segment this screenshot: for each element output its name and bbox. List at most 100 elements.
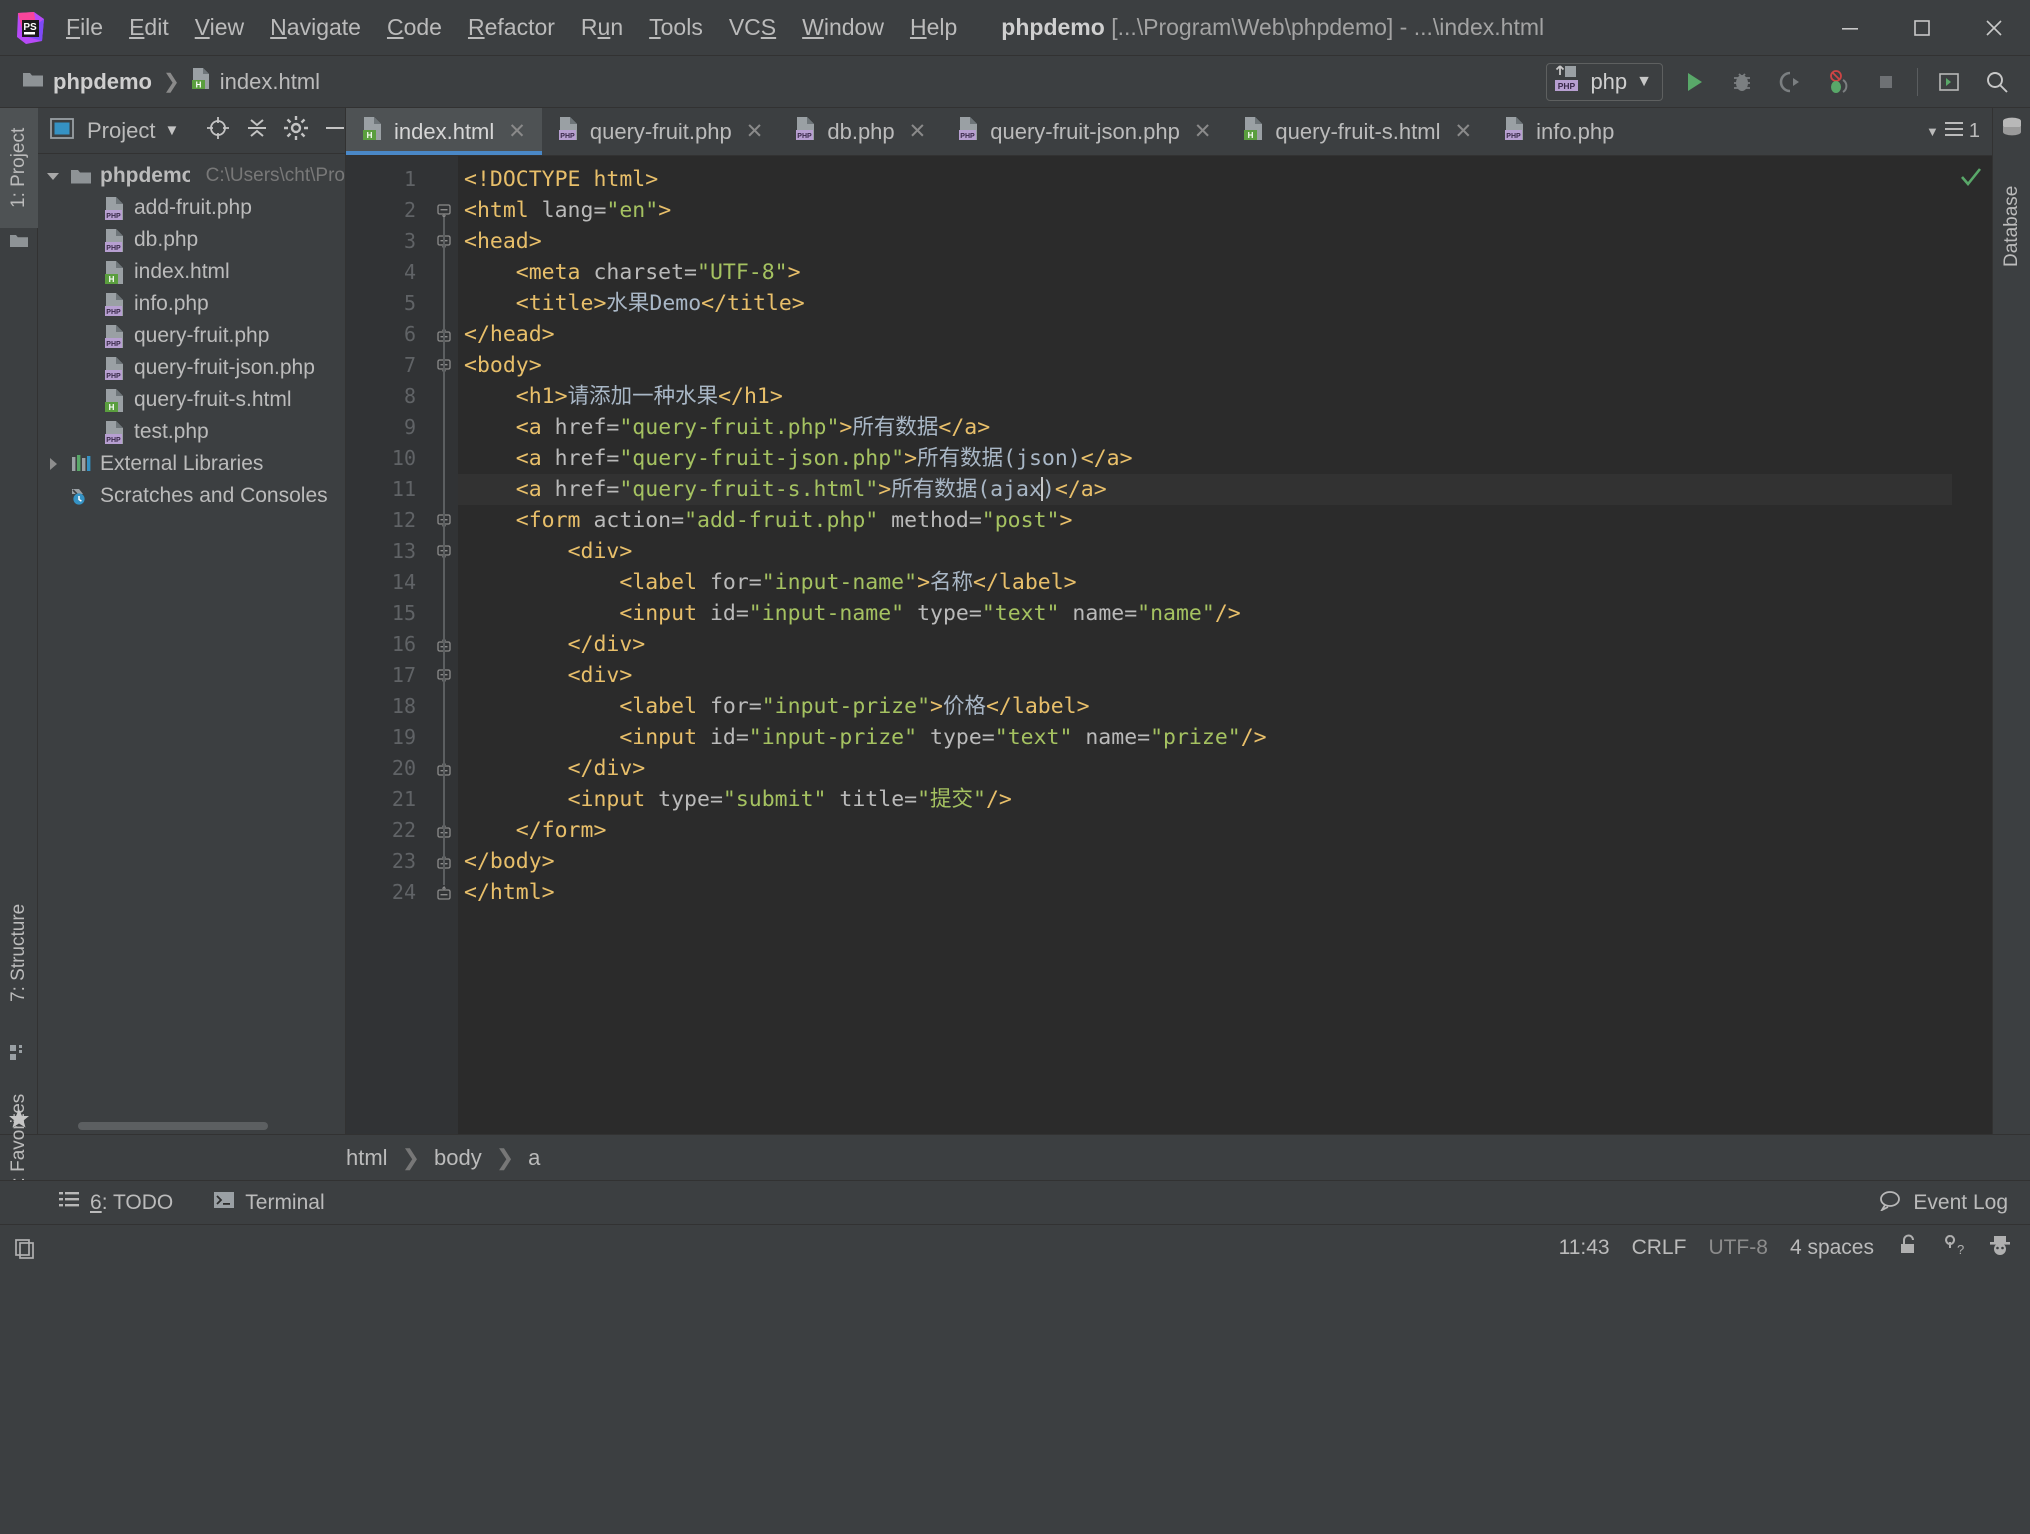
- maximize-icon[interactable]: [1886, 0, 1958, 56]
- editor-tab-bar[interactable]: Hindex.html ✕ PHP query-fruit.php ✕ PHP db.php…: [346, 108, 1992, 156]
- close-tab-icon[interactable]: ✕: [1454, 119, 1472, 144]
- code-line[interactable]: <div>: [458, 660, 1952, 691]
- menu-item-help[interactable]: Help: [910, 14, 957, 41]
- editor-tab[interactable]: PHP query-fruit-json.php ✕: [942, 108, 1227, 155]
- project-tree-item[interactable]: PHP query-fruit-json.php: [38, 352, 345, 384]
- editor-tab[interactable]: PHP db.php ✕: [779, 108, 942, 155]
- code-line[interactable]: <a href="query-fruit.php">所有数据</a>: [458, 412, 1952, 443]
- debug-icon[interactable]: [1725, 65, 1759, 99]
- code-line[interactable]: <input id="input-name" type="text" name=…: [458, 598, 1952, 629]
- breadcrumb[interactable]: phpdemo ❯ H index.html: [22, 67, 320, 96]
- code-line[interactable]: <input id="input-prize" type="text" name…: [458, 722, 1952, 753]
- breadcrumb-item-project[interactable]: phpdemo: [22, 69, 152, 95]
- project-tree-item[interactable]: Scratches and Consoles: [38, 480, 345, 512]
- code-line[interactable]: <input type="submit" title="提交"/>: [458, 784, 1952, 815]
- left-tool-strip[interactable]: 1: Project 7: Structure 2: Favorites: [0, 108, 38, 1193]
- code-line[interactable]: </body>: [458, 846, 1952, 877]
- project-tree-item[interactable]: Hindex.html: [38, 256, 345, 288]
- project-tree-item[interactable]: PHP query-fruit.php: [38, 320, 345, 352]
- menu-item-window[interactable]: Window: [802, 14, 884, 41]
- git-branch-icon[interactable]: ?: [1942, 1233, 1966, 1263]
- minimize-icon[interactable]: [1814, 0, 1886, 56]
- project-horizontal-scrollbar[interactable]: [38, 1118, 345, 1134]
- menu-item-edit[interactable]: Edit: [129, 14, 169, 41]
- code-breadcrumb-item[interactable]: html: [346, 1145, 388, 1171]
- editor-tab[interactable]: PHP query-fruit.php ✕: [542, 108, 779, 155]
- menu-item-tools[interactable]: Tools: [649, 14, 703, 41]
- code-line[interactable]: <h1>请添加一种水果</h1>: [458, 381, 1952, 412]
- show-toolwindow-bars-button[interactable]: [12, 1235, 38, 1261]
- close-icon[interactable]: [1958, 0, 2030, 56]
- code-line[interactable]: <meta charset="UTF-8">: [458, 257, 1952, 288]
- chevron-down-icon[interactable]: ▼: [1926, 124, 1939, 139]
- line-number-gutter[interactable]: 1 2 3 4 5 6 7 8 9 10 11 12 13 14 15 16 17 18 19 20 21 22 23 24: [346, 156, 430, 1134]
- main-toolbar[interactable]: PHP php ▼: [1546, 56, 2014, 108]
- chevron-down-icon[interactable]: [44, 169, 62, 183]
- indent-setting[interactable]: 4 spaces: [1790, 1236, 1874, 1260]
- code-line[interactable]: <title>水果Demo</title>: [458, 288, 1952, 319]
- toolwindow-todo[interactable]: 6: TODO: [58, 1190, 173, 1216]
- close-tab-icon[interactable]: ✕: [508, 119, 526, 144]
- window-controls[interactable]: [1814, 0, 2030, 56]
- file-encoding[interactable]: UTF-8: [1708, 1236, 1768, 1260]
- project-tree[interactable]: phpdemo C:\Users\cht\Pro PHP add-fruit.php P…: [38, 154, 345, 1118]
- code-line[interactable]: </div>: [458, 753, 1952, 784]
- close-tab-icon[interactable]: ✕: [1194, 119, 1212, 144]
- code-line[interactable]: <!DOCTYPE html>: [458, 164, 1952, 195]
- code-folding-column[interactable]: [430, 156, 458, 1134]
- code-line[interactable]: <form action="add-fruit.php" method="pos…: [458, 505, 1952, 536]
- close-tab-icon[interactable]: ✕: [746, 119, 764, 144]
- inspection-ok-icon[interactable]: [1958, 164, 1984, 195]
- code-breadcrumb[interactable]: html ❯ body ❯ a: [346, 1145, 540, 1171]
- code-line[interactable]: </head>: [458, 319, 1952, 350]
- sidebar-tab-project[interactable]: 1: Project: [0, 108, 38, 228]
- code-line[interactable]: <a href="query-fruit-s.html">所有数据(ajax)<…: [458, 474, 1952, 505]
- code-line[interactable]: <a href="query-fruit-json.php">所有数据(json…: [458, 443, 1952, 474]
- project-tree-item[interactable]: phpdemo C:\Users\cht\Pro: [38, 160, 345, 192]
- menu-item-run[interactable]: Run: [581, 14, 623, 41]
- line-separator[interactable]: CRLF: [1632, 1236, 1687, 1260]
- menu-item-code[interactable]: Code: [387, 14, 442, 41]
- sidebar-tab-database[interactable]: Database: [1993, 146, 2030, 306]
- run-icon[interactable]: [1677, 65, 1711, 99]
- code-content[interactable]: <!DOCTYPE html> <html lang="en"> <head> <m…: [458, 156, 1952, 1134]
- project-tree-item[interactable]: PHP info.php: [38, 288, 345, 320]
- menu-item-navigate[interactable]: Navigate: [270, 14, 361, 41]
- collapse-all-icon[interactable]: [244, 115, 270, 146]
- settings-gear-icon[interactable]: [283, 115, 309, 146]
- project-tree-item[interactable]: External Libraries: [38, 448, 345, 480]
- menu-item-vcs[interactable]: VCS: [729, 14, 776, 41]
- right-tool-strip[interactable]: Database: [1992, 108, 2030, 1134]
- event-log-button[interactable]: Event Log: [1879, 1189, 2008, 1217]
- code-line[interactable]: <label for="input-name">名称</label>: [458, 567, 1952, 598]
- chevron-right-icon[interactable]: [44, 457, 62, 471]
- editor-tab[interactable]: Hquery-fruit-s.html ✕: [1227, 108, 1488, 155]
- locate-icon[interactable]: [205, 115, 231, 146]
- code-line[interactable]: </html>: [458, 877, 1952, 908]
- main-menu[interactable]: File Edit View Navigate Code Refactor Ru…: [66, 14, 957, 41]
- status-bar-right[interactable]: 11:43 CRLF UTF-8 4 spaces ?: [1559, 1233, 2012, 1263]
- search-icon[interactable]: [1980, 65, 2014, 99]
- project-tree-item[interactable]: Hquery-fruit-s.html: [38, 384, 345, 416]
- project-tree-item[interactable]: PHP add-fruit.php: [38, 192, 345, 224]
- code-breadcrumb-item[interactable]: body: [434, 1145, 482, 1171]
- code-breadcrumb-item[interactable]: a: [528, 1145, 540, 1171]
- chevron-down-icon[interactable]: ▼: [164, 122, 179, 139]
- inspector-hat-icon[interactable]: [1988, 1233, 2012, 1263]
- code-line[interactable]: <html lang="en">: [458, 195, 1952, 226]
- error-stripe-marker[interactable]: [1952, 156, 1992, 1134]
- editor-tab[interactable]: Hindex.html ✕: [346, 108, 542, 155]
- hide-toolwindow-icon[interactable]: [1932, 65, 1966, 99]
- code-line[interactable]: <body>: [458, 350, 1952, 381]
- code-line[interactable]: <head>: [458, 226, 1952, 257]
- editor-tab-overflow[interactable]: ▼ 1: [1914, 108, 1992, 155]
- code-line[interactable]: </div>: [458, 629, 1952, 660]
- run-with-coverage-icon[interactable]: [1773, 65, 1807, 99]
- editor-tab[interactable]: PHP info.php: [1488, 108, 1630, 155]
- run-configuration-selector[interactable]: PHP php ▼: [1546, 63, 1663, 101]
- menu-item-file[interactable]: File: [66, 14, 103, 41]
- sidebar-tab-structure[interactable]: 7: Structure: [0, 878, 38, 1028]
- close-tab-icon[interactable]: ✕: [909, 119, 927, 144]
- menu-item-view[interactable]: View: [195, 14, 244, 41]
- lock-icon[interactable]: [1896, 1233, 1920, 1263]
